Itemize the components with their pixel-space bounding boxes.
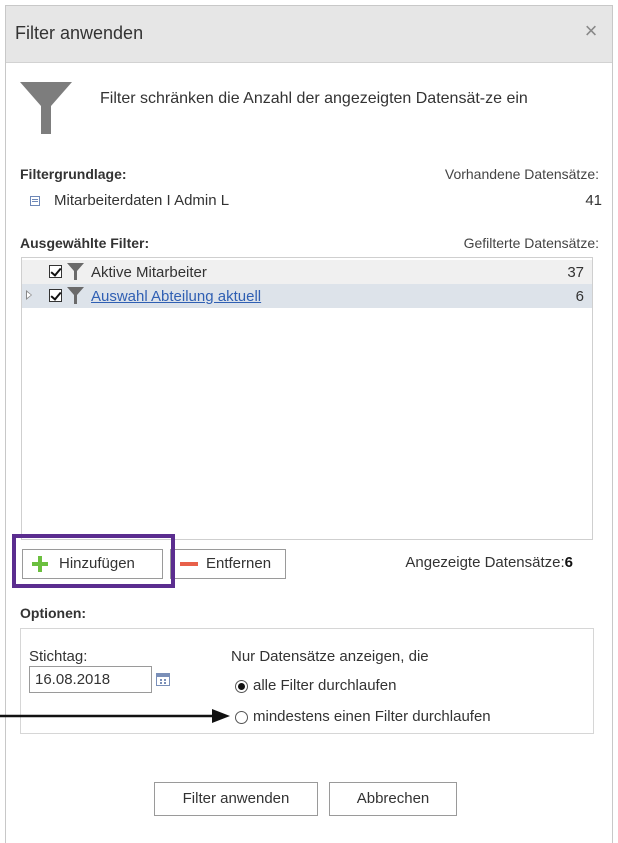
- filter-base-name: Mitarbeiterdaten I Admin L: [54, 192, 230, 209]
- cancel-label: Abbrechen: [356, 790, 430, 807]
- close-icon[interactable]: ×: [578, 16, 604, 46]
- shown-records-count: 6: [564, 554, 573, 571]
- filter-row[interactable]: Auswahl Abteilung aktuell 6: [22, 284, 592, 308]
- funnel-icon: [20, 82, 72, 134]
- apply-filter-label: Filter anwenden: [182, 790, 290, 807]
- expand-arrow-icon[interactable]: [26, 290, 32, 300]
- highlight-box: [12, 534, 175, 588]
- remove-filter-button[interactable]: Entfernen: [170, 549, 286, 579]
- radio-all-filters-label: alle Filter durchlaufen: [253, 677, 397, 694]
- filter-checkbox[interactable]: [49, 289, 62, 302]
- database-table-icon: [30, 196, 40, 206]
- selected-filters-label: Ausgewählte Filter:: [20, 235, 150, 251]
- condition-label: Nur Datensätze anzeigen, die: [231, 648, 429, 665]
- filter-checkbox[interactable]: [49, 265, 62, 278]
- shown-records-label: Angezeigte Datensätze:: [405, 554, 565, 571]
- filter-funnel-icon: [67, 263, 84, 280]
- radio-all-filters[interactable]: [235, 680, 248, 693]
- intro-text: Filter schränken die Anzahl der angezeig…: [100, 90, 528, 107]
- calendar-icon[interactable]: [156, 673, 170, 686]
- date-input[interactable]: [29, 666, 152, 693]
- filter-funnel-icon: [67, 287, 84, 304]
- radio-any-filter-label: mindestens einen Filter durchlaufen: [253, 708, 491, 725]
- cancel-button[interactable]: Abbrechen: [329, 782, 457, 816]
- filter-name-link[interactable]: Auswahl Abteilung aktuell: [91, 288, 261, 305]
- remove-filter-label: Entfernen: [206, 555, 272, 572]
- shown-records: Angezeigte Datensätze:6: [405, 554, 573, 571]
- filter-count: 6: [575, 288, 584, 305]
- minus-icon: [180, 562, 198, 566]
- filter-base-count: 41: [585, 192, 602, 209]
- options-label: Optionen:: [20, 605, 87, 621]
- filter-row[interactable]: Aktive Mitarbeiter 37: [22, 260, 592, 284]
- filter-name: Aktive Mitarbeiter: [91, 264, 207, 281]
- dialog-title: Filter anwenden: [15, 23, 144, 43]
- radio-any-filter[interactable]: [235, 711, 248, 724]
- filter-count: 37: [567, 264, 584, 281]
- date-label: Stichtag:: [29, 648, 88, 665]
- dialog-titlebar: Filter anwenden ×: [6, 6, 612, 63]
- filter-list[interactable]: Aktive Mitarbeiter 37 Auswahl Abteilung …: [21, 257, 593, 540]
- annotation-arrow: [0, 709, 230, 723]
- filtered-records-label: Gefilterte Datensätze:: [463, 235, 599, 251]
- available-records-label: Vorhandene Datensätze:: [444, 166, 599, 182]
- filter-base-label: Filtergrundlage:: [20, 166, 127, 182]
- apply-filter-button[interactable]: Filter anwenden: [154, 782, 318, 816]
